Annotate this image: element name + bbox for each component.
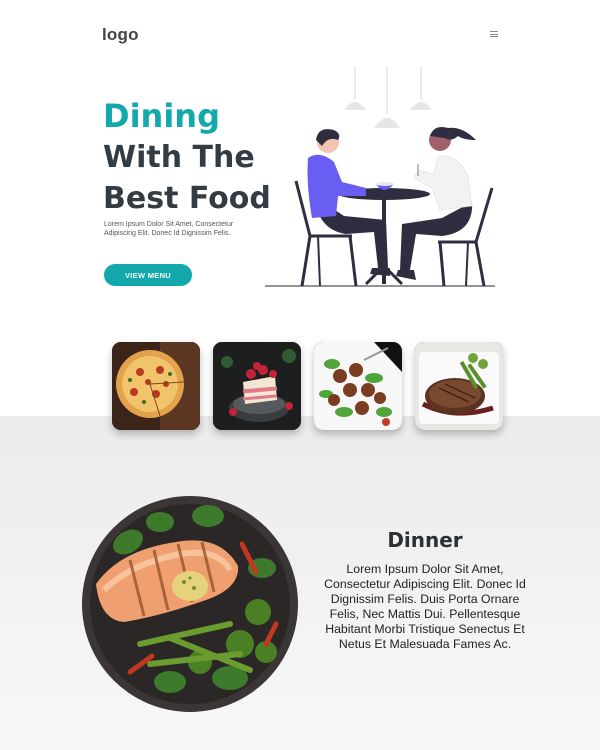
gallery-item-meatballs[interactable]	[314, 342, 402, 430]
hero-subtitle: Lorem Ipsum Dolor Sit Amet, Consectetur …	[104, 221, 234, 237]
hero-title-line3: Best Food	[103, 181, 271, 216]
hero-title-line2: With The	[103, 140, 255, 175]
grilled-salmon-plate	[82, 496, 298, 712]
food-gallery	[112, 342, 503, 430]
hero-title: Dining With The Best Food	[103, 96, 271, 219]
view-menu-button[interactable]: VIEW MENU	[104, 264, 192, 286]
gallery-item-steak[interactable]	[415, 342, 503, 430]
hamburger-menu-icon[interactable]	[490, 31, 498, 37]
logo[interactable]: logo	[102, 25, 139, 45]
dinner-description: Lorem Ipsum Dolor Sit Amet, Consectetur …	[324, 562, 526, 651]
couple-dining-illustration	[265, 66, 495, 287]
gallery-item-pizza[interactable]	[112, 342, 200, 430]
gallery-item-layer-cake[interactable]	[213, 342, 301, 430]
dinner-title: Dinner	[387, 528, 463, 552]
hero-title-line1: Dining	[103, 97, 220, 135]
